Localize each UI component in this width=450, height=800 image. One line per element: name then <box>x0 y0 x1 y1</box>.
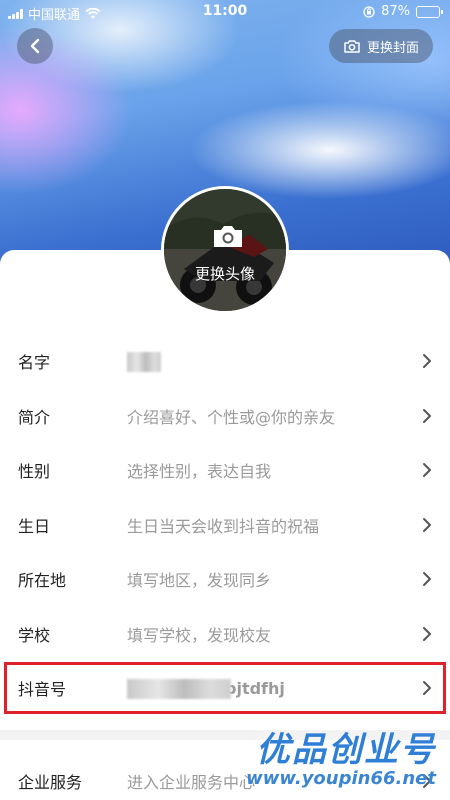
camera-icon <box>214 226 242 247</box>
field-placeholder: 介绍喜好、个性或@你的亲友 <box>127 407 336 427</box>
orientation-lock-icon <box>363 5 375 18</box>
chevron-right-icon <box>423 517 431 532</box>
field-value: bjtdfhj <box>127 678 285 699</box>
chevron-left-icon <box>30 38 40 54</box>
field-label: 性别 <box>18 462 51 482</box>
chevron-right-icon <box>423 463 431 478</box>
field-label: 名字 <box>18 353 51 373</box>
field-label: 学校 <box>18 625 51 645</box>
profile-row-birthday[interactable]: 生日 生日当天会收到抖音的祝福 <box>0 498 450 553</box>
enterprise-service-label: 企业服务 <box>18 773 83 792</box>
profile-row-location[interactable]: 所在地 填写地区，发现同乡 <box>0 552 450 607</box>
camera-plus-icon <box>344 40 360 53</box>
field-label: 抖音号 <box>18 680 67 700</box>
status-bar: 中国联通 11:00 87% <box>0 0 450 24</box>
chevron-right-icon <box>423 408 431 423</box>
field-label: 生日 <box>18 516 51 536</box>
back-button[interactable] <box>17 28 53 64</box>
change-avatar-label: 更换头像 <box>194 265 255 283</box>
field-placeholder: 生日当天会收到抖音的祝福 <box>127 516 320 536</box>
chevron-right-icon <box>423 626 431 641</box>
profile-row-bio[interactable]: 简介 介绍喜好、个性或@你的亲友 <box>0 389 450 444</box>
chevron-right-icon <box>423 572 431 587</box>
enterprise-service-row[interactable]: 企业服务 进入企业服务中心 <box>0 754 450 800</box>
avatar-overlay <box>164 189 286 311</box>
chevron-right-icon <box>423 774 431 788</box>
enterprise-service-placeholder: 进入企业服务中心 <box>127 773 256 792</box>
field-placeholder: 填写学校，发现校友 <box>127 625 272 645</box>
battery-percent: 87% <box>381 4 410 19</box>
field-placeholder: 填写地区，发现同乡 <box>127 571 272 591</box>
field-label: 简介 <box>18 407 51 427</box>
field-label: 所在地 <box>18 571 67 591</box>
battery-icon <box>416 5 443 18</box>
change-cover-button[interactable]: 更换封面 <box>329 29 433 63</box>
profile-row-name[interactable]: 名字 <box>0 334 450 389</box>
field-value-redacted <box>127 351 161 372</box>
avatar[interactable]: 更换头像 <box>161 186 289 314</box>
section-divider <box>0 730 450 740</box>
redacted-text <box>127 678 231 699</box>
redacted-text <box>127 351 161 372</box>
profile-row-gender[interactable]: 性别 选择性别，表达自我 <box>0 443 450 498</box>
status-right: 87% <box>363 4 443 19</box>
chevron-right-icon <box>423 681 431 696</box>
chevron-right-icon <box>423 354 431 369</box>
field-placeholder: 选择性别，表达自我 <box>127 462 272 482</box>
profile-row-douyin-id[interactable]: 抖音号 bjtdfhj <box>0 661 450 716</box>
profile-row-school[interactable]: 学校 填写学校，发现校友 <box>0 607 450 662</box>
profile-edit-screen: 中国联通 11:00 87% 更换封面 更换头像 名字 简介 介绍喜好、个性或@… <box>0 0 450 800</box>
profile-field-list: 名字简介 介绍喜好、个性或@你的亲友性别 选择性别，表达自我生日 生日当天会收到抖音的… <box>0 334 450 716</box>
change-cover-label: 更换封面 <box>366 40 419 56</box>
field-value-text: bjtdfhj <box>225 679 285 698</box>
